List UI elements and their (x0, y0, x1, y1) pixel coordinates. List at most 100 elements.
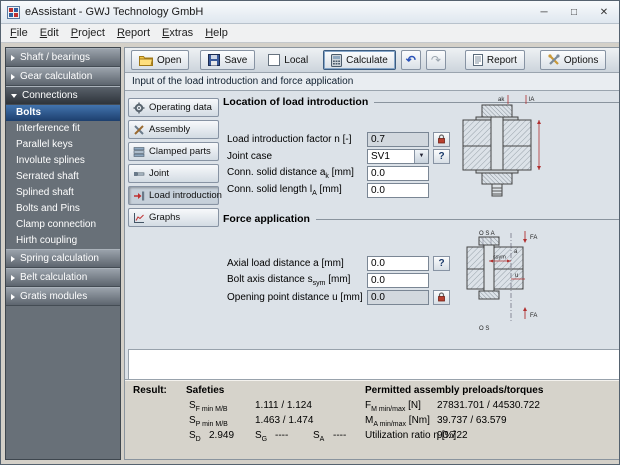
open-button[interactable]: Open (131, 50, 189, 70)
lock-button[interactable] (433, 290, 450, 305)
sidebar-section-belt-calculation[interactable]: Belt calculation (6, 268, 120, 287)
preloads-heading: Permitted assembly preloads/torques (365, 385, 543, 396)
calculate-button[interactable]: Calculate (323, 50, 396, 70)
section-label: Spring calculation (20, 253, 99, 264)
sidebar: Shaft / bearings Gear calculation Connec… (5, 47, 121, 460)
sidebar-item-hirth-coupling[interactable]: Hirth coupling (6, 233, 120, 249)
svg-text:O S: O S (479, 326, 489, 332)
help-question-button[interactable]: ? (433, 149, 450, 164)
assembly-tools-icon (133, 124, 145, 136)
chevron-down-icon[interactable]: ▼ (414, 150, 428, 163)
content-area: Shaft / bearings Gear calculation Connec… (1, 43, 619, 464)
local-checkbox[interactable]: Local (268, 54, 308, 66)
safety-sa-label: SA (313, 430, 324, 443)
bolt-axis-distance-input[interactable]: 0.0 (367, 273, 429, 288)
load-introduction-factor-input[interactable]: 0.7 (367, 132, 429, 147)
menu-edit[interactable]: Edit (34, 26, 65, 40)
nav-graphs-button[interactable]: Graphs (128, 208, 219, 227)
sidebar-item-parallel-keys[interactable]: Parallel keys (6, 137, 120, 153)
checkbox-icon[interactable] (268, 54, 280, 66)
sidebar-section-shaft-bearings[interactable]: Shaft / bearings (6, 48, 120, 67)
field-row-axial-load-distance: Axial load distance a [mm] 0.0 ? (227, 255, 450, 271)
load-arrow-icon (133, 190, 145, 202)
conn-solid-distance-input[interactable]: 0.0 (367, 166, 429, 181)
sidebar-item-bolts-and-pins[interactable]: Bolts and Pins (6, 201, 120, 217)
save-button[interactable]: Save (200, 50, 255, 70)
calculate-label: Calculate (346, 55, 388, 66)
nav-load-introduction-button[interactable]: Load introduction (128, 186, 219, 205)
sidebar-section-gratis-modules[interactable]: Gratis modules (6, 287, 120, 306)
nav-joint-button[interactable]: Joint (128, 164, 219, 183)
padlock-icon (437, 134, 446, 144)
nav-operating-data-button[interactable]: Operating data (128, 98, 219, 117)
menu-help[interactable]: Help (199, 26, 234, 40)
panel-body: Operating data Assembly Clamped parts Jo… (125, 91, 620, 379)
opening-point-distance-input[interactable]: 0.0 (367, 290, 429, 305)
svg-text:u: u (515, 273, 518, 279)
calculator-icon (331, 54, 342, 67)
sidebar-item-interference-fit[interactable]: Interference fit (6, 121, 120, 137)
minimize-button[interactable]: ─ (529, 1, 559, 23)
report-document-icon (473, 54, 483, 66)
tools-icon (548, 54, 560, 66)
arrow-right-icon (11, 256, 15, 262)
svg-text:FA: FA (530, 235, 537, 241)
graph-chart-icon (133, 212, 145, 224)
gear-icon (133, 102, 145, 114)
conn-solid-length-input[interactable]: 0.0 (367, 183, 429, 198)
preload-ma-label: MA min/max [Nm] (365, 415, 430, 428)
report-button[interactable]: Report (465, 50, 525, 70)
undo-button[interactable]: ↶ (401, 50, 421, 70)
close-button[interactable]: ✕ (589, 1, 619, 23)
menu-project[interactable]: Project (65, 26, 111, 40)
open-label: Open (157, 55, 181, 66)
section-rule (316, 219, 620, 220)
axial-load-distance-input[interactable]: 0.0 (367, 256, 429, 271)
safety-sp-value: 1.463 / 1.474 (255, 415, 313, 426)
safety-sf-label: SF min M/B (189, 400, 228, 413)
svg-text:O S A: O S A (479, 231, 495, 237)
safety-sf-value: 1.111 / 1.124 (255, 400, 312, 411)
sidebar-item-serrated-shaft[interactable]: Serrated shaft (6, 169, 120, 185)
maximize-button[interactable]: □ (559, 1, 589, 23)
menu-extras[interactable]: Extras (156, 26, 199, 40)
main-panel: Open Save Local Calculate ↶ ↷ (124, 47, 620, 460)
safety-sa-value: ---- (333, 430, 346, 441)
joint-case-select[interactable]: SV1 ▼ (367, 149, 429, 164)
window-controls: ─ □ ✕ (529, 1, 619, 23)
window-title: eAssistant - GWJ Technology GmbH (25, 6, 529, 18)
titlebar: eAssistant - GWJ Technology GmbH ─ □ ✕ (1, 1, 619, 24)
sidebar-item-splined-shaft[interactable]: Splined shaft (6, 185, 120, 201)
help-question-button[interactable]: ? (433, 256, 450, 271)
menu-report[interactable]: Report (111, 26, 156, 40)
nav-assembly-button[interactable]: Assembly (128, 120, 219, 139)
sidebar-item-clamp-connection[interactable]: Clamp connection (6, 217, 120, 233)
sidebar-section-spring-calculation[interactable]: Spring calculation (6, 249, 120, 268)
menubar: File Edit Project Report Extras Help (1, 24, 619, 43)
section-title: Force application (223, 213, 310, 225)
field-row-opening-point-distance: Opening point distance u [mm] 0.0 (227, 289, 450, 305)
field-label: Joint case (227, 151, 367, 162)
section-label: Belt calculation (20, 272, 87, 283)
preload-fm-label: FM min/max [N] (365, 400, 421, 413)
sidebar-filler (6, 306, 120, 459)
save-label: Save (224, 55, 247, 66)
section-label: Connections (22, 90, 78, 101)
status-infobar: Input of the load introduction and force… (125, 73, 620, 91)
menu-file[interactable]: File (4, 26, 34, 40)
field-row-conn-solid-distance: Conn. solid distance ak [mm] 0.0 (227, 165, 429, 181)
sidebar-item-involute-splines[interactable]: Involute splines (6, 153, 120, 169)
redo-button[interactable]: ↷ (426, 50, 446, 70)
options-button[interactable]: Options (540, 50, 606, 70)
sidebar-section-connections[interactable]: Connections (6, 86, 120, 105)
preload-fm-value: 27831.701 / 44530.722 (437, 400, 540, 411)
section-title: Location of load introduction (223, 96, 368, 108)
field-label: Load introduction factor n [-] (227, 134, 367, 145)
nav-clamped-parts-button[interactable]: Clamped parts (128, 142, 219, 161)
sidebar-section-gear-calculation[interactable]: Gear calculation (6, 67, 120, 86)
select-value: SV1 (368, 151, 414, 162)
sidebar-item-bolts[interactable]: Bolts (6, 105, 120, 121)
lock-button[interactable] (433, 132, 450, 147)
section-label: Gear calculation (20, 71, 92, 82)
svg-text:lA: lA (529, 97, 534, 103)
